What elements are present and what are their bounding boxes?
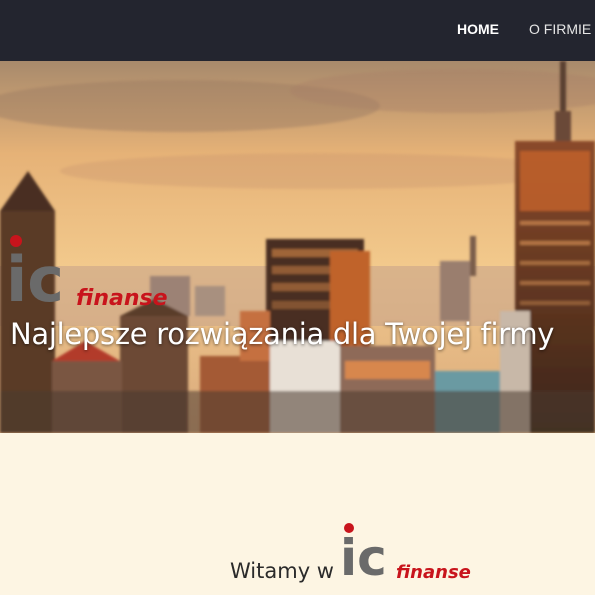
nav-home-link[interactable]: HOME	[457, 21, 499, 37]
welcome-company-logo: ic finanse	[340, 523, 471, 583]
logo-ic-text: ic	[6, 243, 64, 311]
logo-ic-text: ic	[340, 529, 387, 583]
top-navbar: HOME O FIRMIE	[0, 0, 595, 61]
nav-about-link[interactable]: O FIRMIE	[529, 21, 591, 37]
welcome-heading: Witamy w	[230, 559, 334, 583]
hero-company-logo: ic finanse	[6, 235, 168, 311]
logo-finanse-text: finanse	[396, 562, 471, 583]
hero-banner: ic finanse Najlepsze rozwiązania dla Two…	[0, 61, 595, 433]
hero-tagline: Najlepsze rozwiązania dla Twojej firmy	[10, 317, 555, 351]
logo-finanse-text: finanse	[76, 286, 168, 311]
